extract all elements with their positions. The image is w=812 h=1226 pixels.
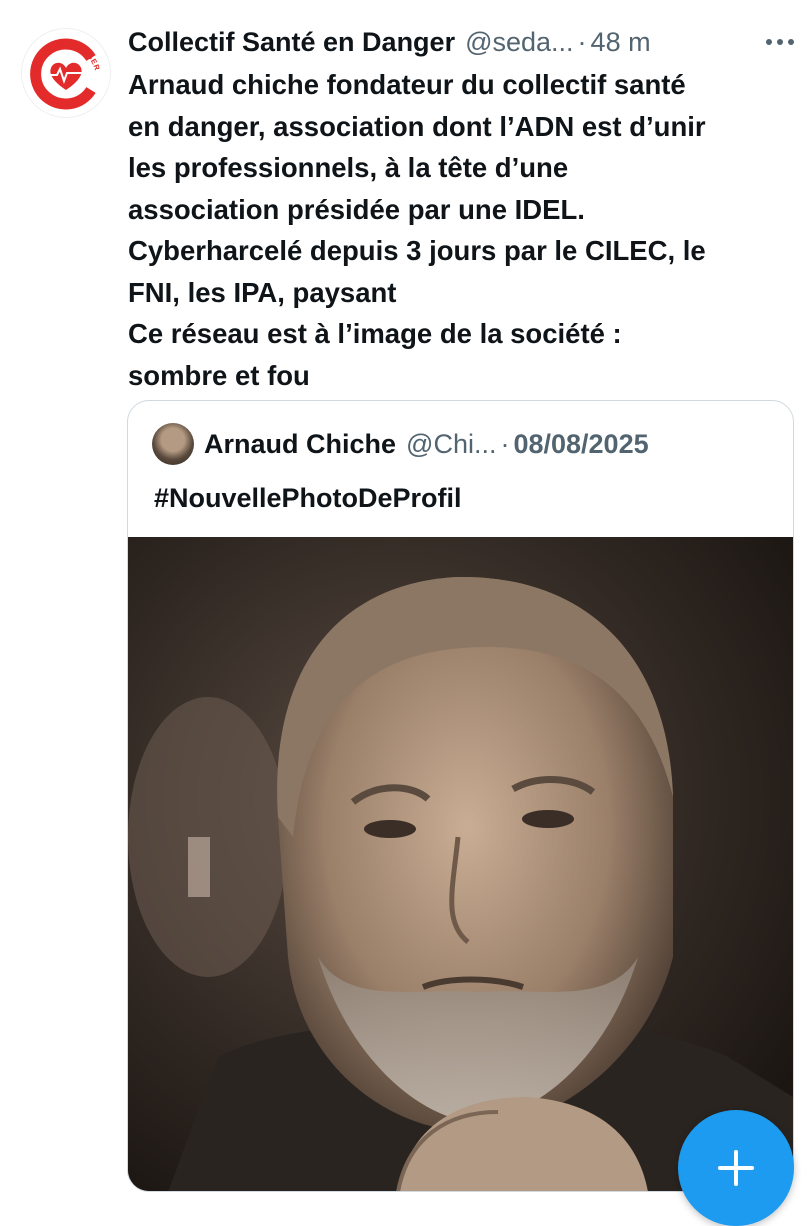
tweet-text-line: association présidée par une IDEL. [128,193,585,225]
separator-dot: · [500,428,510,459]
more-dots-icon [766,39,794,45]
quoted-author-avatar[interactable] [152,423,194,465]
tweet-text-line: les professionnels, à la tête d’une [128,152,569,183]
more-options-button[interactable] [762,24,798,60]
sante-en-danger-logo-icon: SANTÉ EN DANGER [22,29,110,117]
quoted-author-handle[interactable]: @Chi... [406,429,496,460]
tweet-text-line: Ce réseau est à l’image de la société : [128,318,622,349]
tweet-header: Collectif Santé en Danger @seda... · 48 … [128,22,792,62]
quoted-tweet-photo[interactable] [128,537,793,1191]
plus-icon [718,1150,754,1186]
quoted-tweet-header: Arnaud Chiche @Chi... · 08/08/2025 [152,423,649,465]
tweet-text-line: sombre et fou [128,359,310,391]
separator-dot: · [577,26,587,57]
author-avatar[interactable]: SANTÉ EN DANGER [21,28,111,118]
tweet-text-line: en danger, association dont l’ADN est d’… [128,110,706,142]
tweet-text: Arnaud chiche fondateur du collectif san… [128,64,798,396]
author-name[interactable]: Collectif Santé en Danger [128,27,455,58]
tweet-text-line: Cyberharcelé depuis 3 jours par le CILEC… [128,235,706,266]
tweet-text-line: FNI, les IPA, paysant [128,276,397,308]
tweet-text-line: Arnaud chiche fondateur du collectif san… [128,69,686,100]
author-handle[interactable]: @seda... [465,27,573,58]
quoted-author-name[interactable]: Arnaud Chiche [204,429,396,460]
quoted-tweet-date[interactable]: 08/08/2025 [513,429,648,460]
portrait-photo [128,537,793,1191]
compose-tweet-button[interactable] [678,1110,794,1226]
quoted-tweet-card[interactable]: Arnaud Chiche @Chi... · 08/08/2025 #Nouv… [127,400,794,1192]
tweet-timestamp[interactable]: 48 m [591,27,651,58]
quoted-tweet-text[interactable]: #NouvellePhotoDeProfil [154,483,462,514]
